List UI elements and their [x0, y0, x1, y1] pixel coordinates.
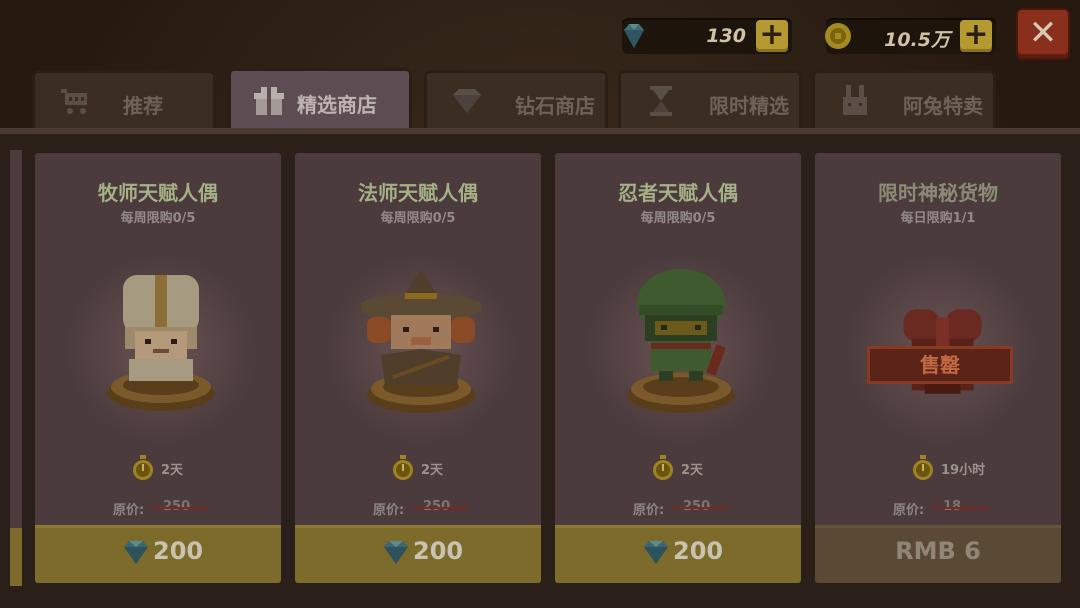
item-title: 法师天赋人偶 — [358, 181, 478, 205]
price: 200 — [413, 537, 464, 565]
diamond-icon — [384, 541, 408, 564]
time-remaining: 2天 — [681, 463, 704, 478]
original-price-label: 原价: — [893, 503, 925, 518]
tab-limited-picks[interactable]: 限时精选 — [618, 70, 802, 130]
diamond-icon — [124, 541, 148, 564]
price: 200 — [153, 537, 204, 565]
item-title: 忍者天赋人偶 — [618, 181, 738, 205]
buy-button[interactable]: 200 — [555, 525, 801, 583]
time-remaining: 2天 — [421, 463, 444, 478]
diamond-icon — [624, 24, 644, 48]
original-price-label: 原价: — [373, 503, 405, 518]
shop-item-wizard-doll[interactable]: 法师天赋人偶 每周限购0/5 2天 原价: 250 200 — [292, 150, 544, 586]
item-title: 牧师天赋人偶 — [98, 181, 218, 205]
gold-count: 10.5万 — [884, 29, 950, 51]
wizard-doll-image — [361, 269, 481, 413]
sold-out-badge: 售罄 — [867, 346, 1013, 384]
add-gold-button[interactable]: + — [960, 20, 992, 52]
purchase-limit: 每周限购0/5 — [380, 211, 456, 226]
stopwatch-icon — [913, 455, 933, 480]
gold-counter: 10.5万 + — [825, 18, 996, 54]
shop-item-mystery-goods[interactable]: 限时神秘货物 每日限购1/1 售罄 19小时 原价: 18 RMB 6 — [812, 150, 1064, 586]
stopwatch-icon — [393, 455, 413, 480]
tab-label: 钻石商店 — [515, 94, 595, 118]
price-strikethrough — [933, 507, 989, 509]
add-diamonds-button[interactable]: + — [756, 20, 788, 52]
purchase-limit: 每周限购0/5 — [640, 211, 716, 226]
tab-label: 精选商店 — [297, 93, 377, 117]
diamond-counter: 130 + — [622, 18, 792, 54]
priest-doll-image — [107, 275, 215, 411]
time-remaining: 19小时 — [941, 463, 986, 478]
diamond-count: 130 — [706, 25, 746, 47]
ninja-doll-image — [627, 269, 735, 413]
original-price-label: 原价: — [633, 503, 665, 518]
buy-button[interactable]: 200 — [295, 525, 541, 583]
gift-icon — [254, 87, 284, 115]
tab-label: 推荐 — [123, 94, 163, 118]
tab-featured-shop[interactable]: 精选商店 — [228, 68, 412, 132]
shop-item-priest-doll[interactable]: 牧师天赋人偶 每周限购0/5 2天 原价: 250 200 — [32, 150, 284, 586]
tab-label: 阿兔特卖 — [903, 94, 983, 118]
stopwatch-icon — [133, 455, 153, 480]
hourglass-icon — [650, 86, 672, 116]
tab-diamond-shop[interactable]: 钻石商店 — [424, 70, 608, 130]
cart-icon — [61, 89, 87, 114]
original-price-label: 原价: — [113, 503, 145, 518]
price: RMB 6 — [895, 537, 981, 565]
buy-button[interactable]: 200 — [35, 525, 281, 583]
buy-button: RMB 6 — [815, 525, 1061, 583]
time-remaining: 2天 — [161, 463, 184, 478]
price-strikethrough — [153, 507, 209, 509]
tab-bunny-sale[interactable]: 阿兔特卖 — [812, 70, 996, 130]
bunny-icon — [843, 85, 867, 115]
price-strikethrough — [413, 507, 469, 509]
tab-label: 限时精选 — [709, 94, 789, 118]
purchase-limit: 每日限购1/1 — [900, 211, 976, 226]
partial-card-left — [10, 150, 25, 586]
price: 200 — [673, 537, 724, 565]
shop-item-ninja-doll[interactable]: 忍者天赋人偶 每周限购0/5 2天 原价: 250 200 — [552, 150, 804, 586]
diamond-icon — [644, 541, 668, 564]
price-strikethrough — [673, 507, 729, 509]
diamond-icon — [453, 89, 481, 113]
close-button[interactable]: ✕ — [1018, 10, 1068, 58]
tab-recommend[interactable]: 推荐 — [32, 70, 216, 130]
purchase-limit: 每周限购0/5 — [120, 211, 196, 226]
gold-coin-icon — [825, 23, 851, 49]
stopwatch-icon — [653, 455, 673, 480]
item-title: 限时神秘货物 — [878, 181, 998, 205]
